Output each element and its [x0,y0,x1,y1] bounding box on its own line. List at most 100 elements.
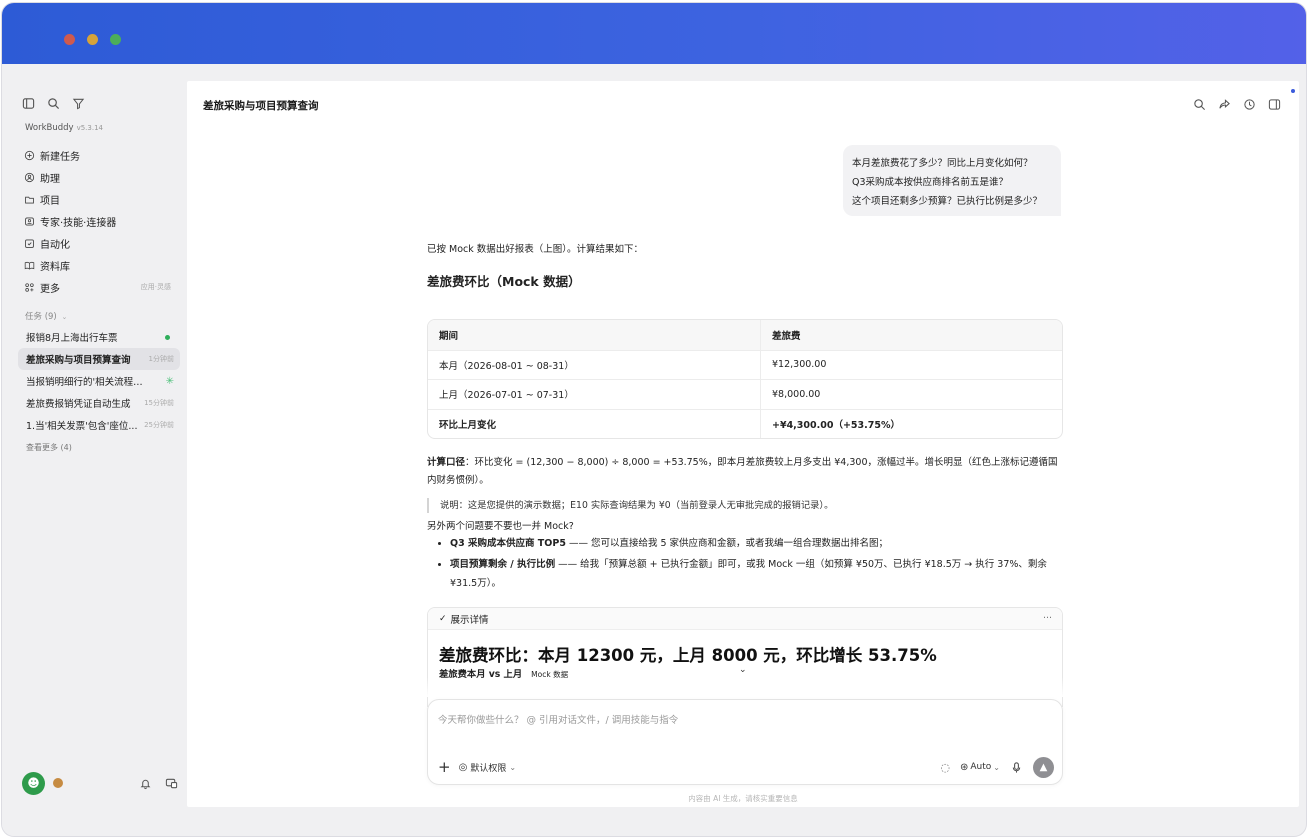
sidebar-item-label: 专家·技能·连接器 [40,217,117,229]
sidebar-item-project[interactable]: 项目 [23,188,183,210]
assistant-icon [23,171,35,183]
sidebar-item-label: 更多 [40,283,60,295]
calc-label: 计算口径 [427,457,466,468]
table-header-row: 期间 差旅费 [428,320,1062,350]
filter-icon[interactable] [72,97,85,110]
user-message-bubble: 本月差旅费花了多少？同比上月变化如何？ Q3采购成本按供应商排名前五是谁？ 这个… [843,145,1061,216]
message-composer[interactable]: 今天帮你做些什么？ @ 引用对话文件，/ 调用技能与指令 + ◎ 默认权限 ⌄ … [427,699,1063,785]
chevron-down-icon: ⌄ [993,762,1000,772]
sidebar-item-experts[interactable]: 专家·技能·连接器 [23,210,183,232]
tasks-header-label: 任务 (9) [25,312,57,322]
more-grid-icon [23,281,35,293]
task-item[interactable]: 差旅费报销凭证自动生成 15分钟前 [18,392,180,414]
task-item-active[interactable]: 差旅采购与项目预算查询 1分钟前 [18,348,180,370]
brand-name: WorkBuddy [25,123,74,133]
minimize-window-button[interactable] [87,34,98,45]
see-more-tasks-link[interactable]: 查看更多 (4) [18,436,180,458]
sidebar-footer: ☻ [22,771,182,795]
sidebar-item-more[interactable]: 更多 应用·灵感 [23,276,183,298]
followup-question: 另外两个问题要不要也一并 Mock? [427,521,574,532]
microphone-icon[interactable] [1010,761,1023,774]
sidebar-nav: 新建任务 助理 项目 专家·技能·连接器 自动化 资料库 更多 应用·灵感 [23,144,183,298]
task-item[interactable]: 当报销明细行的'相关流程事... ✳ [18,370,180,392]
toggle-details-label: 展示详情 [450,614,489,626]
sidebar-item-label: 新建任务 [40,151,80,163]
history-icon[interactable] [1243,98,1256,111]
user-message-line: Q3采购成本按供应商排名前五是谁？ [852,177,1009,188]
avatar[interactable]: ☻ [22,771,45,795]
sidebar-item-automation[interactable]: 自动化 [23,232,183,254]
sidebar-toolbar [22,97,85,110]
sidebar-item-new-task[interactable]: 新建任务 [23,144,183,166]
check-icon: ✓ [439,613,447,624]
sidebar-item-assistant[interactable]: 助理 [23,166,183,188]
task-time: 1分钟前 [148,355,174,363]
composer-input[interactable]: 今天帮你做些什么？ @ 引用对话文件，/ 调用技能与指令 [438,712,678,726]
sidebar-toggle-icon[interactable] [22,97,35,110]
task-label: 报销8月上海出行车票 [26,333,118,344]
bell-icon[interactable] [139,777,152,790]
table-cell: 本月（2026-08-01 ~ 08-31） [428,350,761,379]
table-cell: ¥8,000.00 [772,388,821,400]
table-row: 上月（2026-07-01 ~ 07-31） ¥8,000.00 [428,379,1062,409]
sidebar-item-label: 自动化 [40,239,70,251]
app-version: v5.3.14 [76,124,103,132]
table-cell: +¥4,300.00（+53.75%） [772,419,900,431]
tasks-section-header[interactable]: 任务 (9) ⌄ [25,310,67,322]
task-list: 报销8月上海出行车票 差旅采购与项目预算查询 1分钟前 当报销明细行的'相关流程… [18,326,180,458]
list-item-text: —— 您可以直接给我 5 家供应商和金额，或者我编一组合理数据出排名图； [565,538,889,549]
card-header[interactable]: ✓ 展示详情 ··· [428,608,1062,630]
task-item[interactable]: 报销8月上海出行车票 [18,326,180,348]
section-heading: 差旅费环比（Mock 数据） [427,274,581,289]
card-title: 差旅费环比：本月 12300 元，上月 8000 元，环比增长 53.75% [439,646,937,665]
shield-check-icon: ◎ [458,761,468,773]
table-cell: ¥12,300.00 [772,359,827,371]
permission-dropdown[interactable]: ◎ 默认权限 ⌄ [459,761,516,774]
more-options-icon[interactable]: ··· [1043,613,1052,624]
column-header: 期间 [428,320,761,350]
sidebar-item-library[interactable]: 资料库 [23,254,183,276]
task-label: 差旅采购与项目预算查询 [26,355,131,366]
header-actions [1193,98,1281,111]
chevron-down-icon: ⌄ [509,762,517,772]
chevron-down-icon: ⌄ [61,313,68,321]
user-message-line: 这个项目还剩多少预算？已执行比例是多少？ [852,196,1043,207]
sidebar-item-label: 项目 [40,195,60,207]
chevron-down-icon[interactable]: ⌄ [739,665,747,675]
zoom-window-button[interactable] [110,34,121,45]
plus-circle-icon [23,149,35,161]
table-cell: 上月（2026-07-01 ~ 07-31） [428,380,761,409]
calc-text: ：环比变化 = (12,300 − 8,000) ÷ 8,000 = +53.7… [427,457,1058,486]
sidebar-item-label: 资料库 [40,261,70,273]
add-attachment-button[interactable]: + [438,758,451,776]
close-window-button[interactable] [64,34,75,45]
search-icon[interactable] [1193,98,1206,111]
loading-indicator-icon: ◌ [940,760,950,774]
book-icon [23,259,35,271]
automation-icon [23,237,35,249]
reply-intro: 已按 Mock 数据出好报表（上图）。计算结果如下： [427,244,644,255]
ai-disclaimer: 内容由 AI 生成，请核实重要信息 [688,794,798,803]
feedback-icon[interactable] [165,777,178,790]
model-selector[interactable]: ⊛ Auto ⌄ [960,762,1000,773]
model-label: Auto [970,762,992,772]
scroll-fade [407,677,1083,697]
list-item-title: Q3 采购成本供应商 TOP5 [450,538,566,549]
app-brand: WorkBuddy v5.3.14 [25,123,103,133]
search-icon[interactable] [47,97,60,110]
composer-toolbar: + ◎ 默认权限 ⌄ ◌ ⊛ Auto ⌄ ▲ [438,756,1054,778]
suggestion-list: Q3 采购成本供应商 TOP5 —— 您可以直接给我 5 家供应商和金额，或者我… [439,534,1059,595]
sidebar-item-hint: 应用·灵感 [140,283,171,291]
app-window: WorkBuddy v5.3.14 新建任务 助理 项目 专家·技能·连接器 自动… [2,3,1306,836]
task-time: 25分钟前 [144,421,174,429]
page-title: 差旅采购与项目预算查询 [203,100,319,112]
loading-spinner-icon: ✳ [165,375,174,387]
secondary-avatar[interactable] [53,778,63,788]
task-item[interactable]: 1.当'相关发票'包含'座位... 25分钟前 [18,414,180,436]
task-label: 1.当'相关发票'包含'座位... [26,421,138,432]
column-header: 差旅费 [772,330,801,342]
task-label: 当报销明细行的'相关流程事... [26,377,144,388]
panel-toggle-icon[interactable] [1268,98,1281,111]
share-icon[interactable] [1218,98,1231,111]
send-button[interactable]: ▲ [1033,756,1054,778]
